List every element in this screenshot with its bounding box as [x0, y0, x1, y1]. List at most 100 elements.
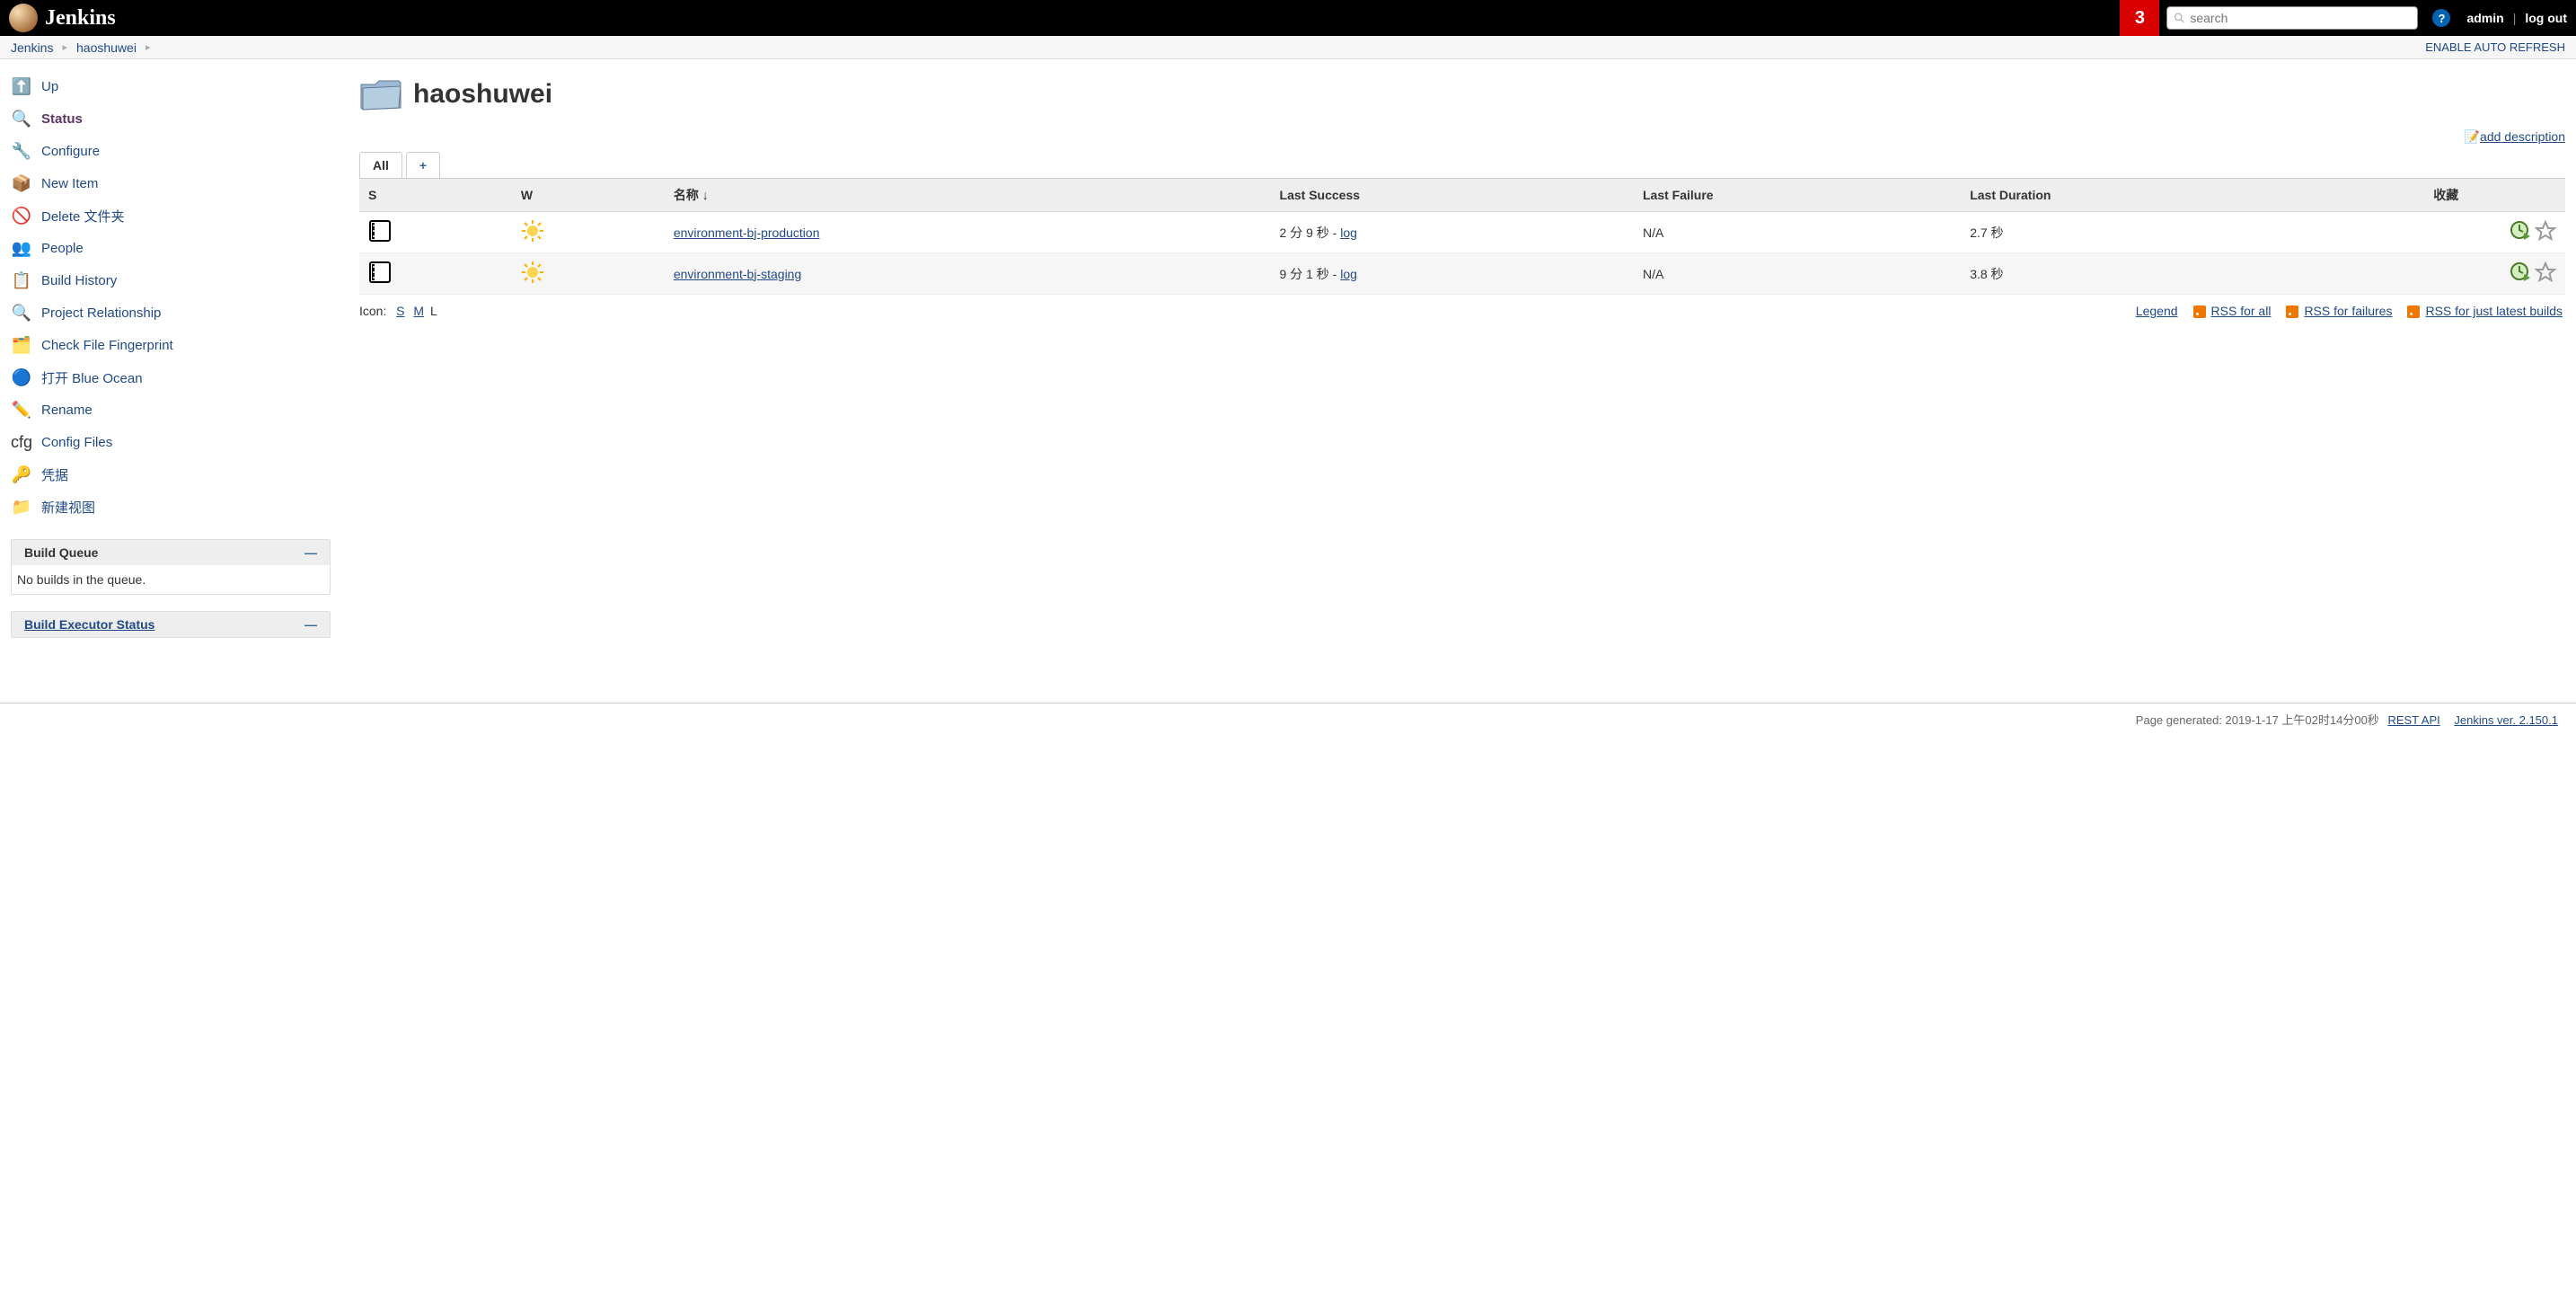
sidebar-item-label[interactable]: New Item	[41, 176, 98, 191]
jobs-table: S W 名称 ↓ Last Success Last Failure Last …	[359, 179, 2565, 295]
sidebar-item[interactable]: 👥 People	[11, 232, 331, 264]
version-link[interactable]: Jenkins ver. 2.150.1	[2454, 713, 2558, 727]
logout-link[interactable]: log out	[2525, 11, 2567, 25]
edit-icon: 📝	[2465, 129, 2480, 144]
sidebar-item[interactable]: 🔵打开 Blue Ocean	[11, 361, 331, 394]
sidebar-item[interactable]: 📁 新建视图	[11, 491, 331, 523]
help-icon[interactable]: ?	[2432, 9, 2450, 27]
relationship-icon: 🔍	[11, 302, 32, 323]
rss-icon	[2193, 305, 2206, 318]
logo[interactable]: Jenkins	[9, 4, 116, 32]
sidebar: ⬆️ Up 🔍 Status 🔧Configure 📦 New Item 🚫Delete 文件…	[0, 59, 341, 649]
sidebar-item[interactable]: ✏️Rename	[11, 394, 331, 426]
log-link[interactable]: log	[1340, 267, 1357, 281]
sidebar-item-label[interactable]: Configure	[41, 144, 100, 159]
icon-size-s[interactable]: S	[396, 304, 404, 318]
history-icon: 📋	[11, 270, 32, 291]
page-body: ⬆️ Up 🔍 Status 🔧Configure 📦 New Item 🚫Delete 文件…	[0, 59, 2576, 649]
last-failure-text: N/A	[1634, 212, 1961, 253]
sidebar-item[interactable]: 🚫Delete 文件夹	[11, 199, 331, 232]
tab-add-view[interactable]: +	[406, 152, 440, 178]
weather-sunny-icon	[521, 219, 544, 243]
sidebar-item-label[interactable]: Build History	[41, 273, 117, 288]
notification-badge[interactable]: 3	[2120, 0, 2159, 36]
user-link[interactable]: admin	[2466, 11, 2503, 25]
legend-link[interactable]: Legend	[2136, 304, 2178, 318]
sidebar-item[interactable]: 🔧Configure	[11, 135, 331, 167]
last-failure-text: N/A	[1634, 253, 1961, 295]
rss-all-link[interactable]: RSS for all	[2211, 304, 2272, 318]
add-description-link[interactable]: add description	[2480, 129, 2565, 144]
favorite-star-icon[interactable]	[2535, 220, 2556, 242]
collapse-icon[interactable]: —	[304, 617, 317, 632]
rss-failures-link[interactable]: RSS for failures	[2304, 304, 2392, 318]
job-name-link[interactable]: environment-bj-staging	[674, 267, 801, 281]
executor-title[interactable]: Build Executor Status	[24, 617, 154, 632]
executor-header: Build Executor Status —	[12, 612, 330, 637]
table-row: environment-bj-production2 分 9 秒 - logN/…	[359, 212, 2565, 253]
sidebar-item[interactable]: cfgConfig Files	[11, 426, 331, 458]
sidebar-item-label[interactable]: 凭据	[41, 465, 68, 484]
col-name[interactable]: 名称 ↓	[665, 179, 1271, 212]
schedule-build-icon[interactable]	[2510, 261, 2531, 283]
folder-title: haoshuwei	[359, 77, 2565, 111]
footer: Page generated: 2019-1-17 上午02时14分00秒 RE…	[0, 703, 2576, 735]
sidebar-item[interactable]: 🔑凭据	[11, 458, 331, 491]
rest-api-link[interactable]: REST API	[2387, 713, 2439, 727]
sidebar-item-label[interactable]: Up	[41, 79, 58, 94]
col-last-duration[interactable]: Last Duration	[1961, 179, 2326, 212]
sidebar-item[interactable]: 🗂️Check File Fingerprint	[11, 329, 331, 361]
schedule-build-icon[interactable]	[2510, 220, 2531, 242]
rss-latest-link[interactable]: RSS for just latest builds	[2425, 304, 2563, 318]
folder-icon	[359, 77, 402, 111]
col-status[interactable]: S	[359, 179, 512, 212]
col-last-failure[interactable]: Last Failure	[1634, 179, 1961, 212]
status-icon: 🔍	[11, 108, 32, 129]
tab-all[interactable]: All	[359, 152, 402, 178]
sidebar-item-label[interactable]: Config Files	[41, 435, 112, 450]
col-weather[interactable]: W	[512, 179, 665, 212]
table-row: environment-bj-staging9 分 1 秒 - logN/A3.…	[359, 253, 2565, 295]
sidebar-item-label[interactable]: 新建视图	[41, 498, 95, 517]
last-duration-text: 2.7 秒	[1961, 212, 2326, 253]
col-favorite[interactable]: 收藏	[2326, 179, 2565, 212]
weather-sunny-icon	[521, 261, 544, 284]
up-icon: ⬆️	[11, 75, 32, 97]
page-title: haoshuwei	[413, 79, 552, 110]
sidebar-item-label[interactable]: People	[41, 241, 84, 256]
header-separator: |	[2513, 11, 2517, 25]
build-queue-pane: Build Queue — No builds in the queue.	[11, 539, 331, 595]
sidebar-item[interactable]: 📦 New Item	[11, 167, 331, 199]
sidebar-item[interactable]: ⬆️ Up	[11, 70, 331, 102]
sidebar-item-label[interactable]: Delete 文件夹	[41, 207, 125, 226]
sidebar-item-label[interactable]: Status	[41, 111, 83, 127]
search-input[interactable]	[2190, 11, 2412, 25]
collapse-icon[interactable]: —	[304, 545, 317, 560]
new-item-icon: 📦	[11, 173, 32, 194]
notbuilt-status-icon	[368, 261, 392, 284]
sidebar-item-label[interactable]: Check File Fingerprint	[41, 338, 173, 353]
favorite-star-icon[interactable]	[2535, 261, 2556, 283]
search-box[interactable]	[2166, 6, 2418, 30]
auto-refresh-link[interactable]: ENABLE AUTO REFRESH	[2425, 40, 2565, 54]
icon-size-label: Icon:	[359, 304, 386, 318]
build-queue-title: Build Queue	[24, 545, 98, 560]
sidebar-item-label[interactable]: 打开 Blue Ocean	[41, 368, 143, 387]
sidebar-item[interactable]: 📋 Build History	[11, 264, 331, 296]
chevron-right-icon: ▸	[62, 41, 67, 53]
notbuilt-status-icon	[368, 219, 392, 243]
new-view-icon: 📁	[11, 496, 32, 518]
people-icon: 👥	[11, 237, 32, 259]
col-last-success[interactable]: Last Success	[1271, 179, 1634, 212]
rss-icon	[2286, 305, 2298, 318]
breadcrumb-item[interactable]: haoshuwei	[76, 40, 137, 55]
job-name-link[interactable]: environment-bj-production	[674, 226, 820, 240]
breadcrumb: Jenkins ▸ haoshuwei ▸ ENABLE AUTO REFRES…	[0, 36, 2576, 59]
sidebar-item-label[interactable]: Rename	[41, 403, 93, 418]
sidebar-item[interactable]: 🔍 Project Relationship	[11, 296, 331, 329]
breadcrumb-item[interactable]: Jenkins	[11, 40, 53, 55]
log-link[interactable]: log	[1340, 226, 1357, 240]
sidebar-item[interactable]: 🔍 Status	[11, 102, 331, 135]
icon-size-m[interactable]: M	[413, 304, 424, 318]
sidebar-item-label[interactable]: Project Relationship	[41, 305, 161, 321]
